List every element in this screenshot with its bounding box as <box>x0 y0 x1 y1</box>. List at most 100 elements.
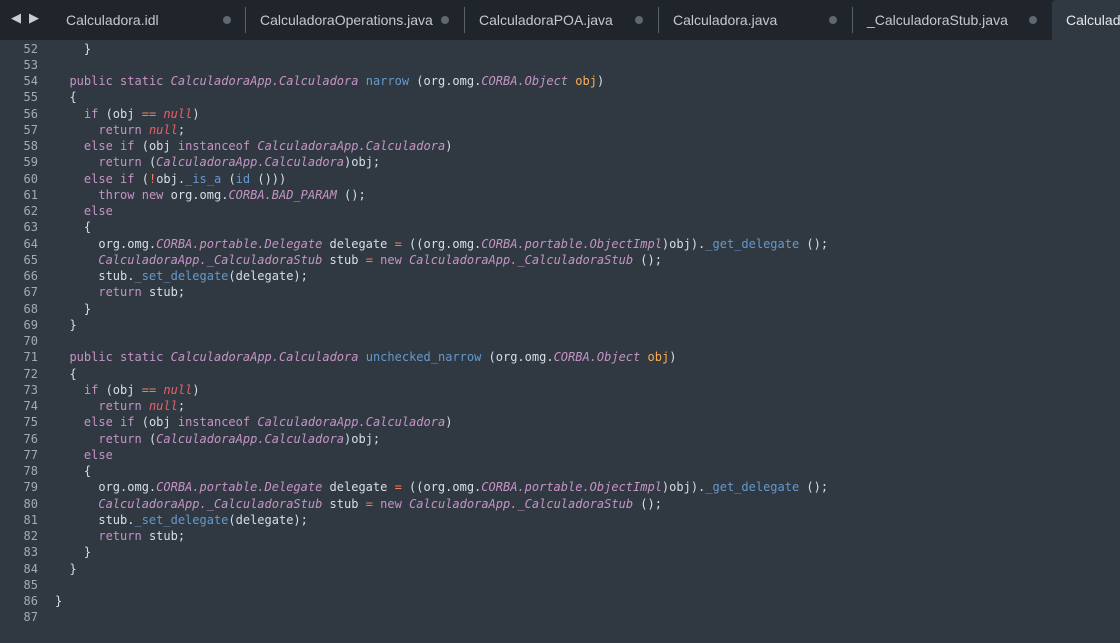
code-line[interactable]: 75 else if (obj instanceof CalculadoraAp… <box>0 414 1120 430</box>
code-text: } <box>55 301 91 317</box>
code-token: throw <box>98 187 135 202</box>
close-dot-icon[interactable] <box>223 16 231 24</box>
code-line[interactable]: 81 stub._set_delegate(delegate); <box>0 512 1120 528</box>
code-line[interactable]: 55 { <box>0 89 1120 105</box>
tab-calculadora-poa[interactable]: CalculadoraPOA.java <box>459 0 657 40</box>
tab-calculadora-java[interactable]: Calculadora.java <box>653 0 851 40</box>
code-text: return (CalculadoraApp.Calculadora)obj; <box>55 431 380 447</box>
code-line[interactable]: 80 CalculadoraApp._CalculadoraStub stub … <box>0 496 1120 512</box>
tab-label: _CalculadoraStub.java <box>867 12 1008 28</box>
code-line[interactable]: 52 } <box>0 41 1120 57</box>
close-dot-icon[interactable] <box>829 16 837 24</box>
line-number: 53 <box>23 57 38 72</box>
code-line[interactable]: 83 } <box>0 544 1120 560</box>
code-token: ) <box>596 74 605 88</box>
code-token: )obj). <box>661 480 706 495</box>
code-line[interactable]: 74 return null; <box>0 398 1120 414</box>
arrow-right-icon[interactable]: ▶ <box>26 8 42 30</box>
line-number: 75 <box>23 415 38 430</box>
code-text: CalculadoraApp._CalculadoraStub stub = n… <box>55 496 662 512</box>
code-token: } <box>55 545 92 560</box>
code-text: public static CalculadoraApp.Calculadora… <box>55 73 604 89</box>
code-line[interactable]: 85 <box>0 577 1120 593</box>
code-token: (org.omg. <box>409 74 482 88</box>
arrow-left-icon[interactable]: ◀ <box>8 8 24 30</box>
code-token: (); <box>799 480 829 495</box>
code-token: return <box>98 529 142 543</box>
code-line[interactable]: 72 { <box>0 366 1120 382</box>
code-line[interactable]: 63 { <box>0 219 1120 235</box>
code-token: stub <box>322 496 366 511</box>
code-token: { <box>55 464 92 478</box>
code-line[interactable]: 62 else <box>0 203 1120 219</box>
code-line[interactable]: 54 public static CalculadoraApp.Calculad… <box>0 73 1120 89</box>
code-line[interactable]: 58 else if (obj instanceof CalculadoraAp… <box>0 138 1120 154</box>
code-token: CORBA.portable.Delegate <box>156 236 323 251</box>
code-line[interactable]: 60 else if (!obj._is_a (id ())) <box>0 171 1120 187</box>
line-number: 70 <box>23 334 38 348</box>
close-dot-icon[interactable] <box>635 16 643 24</box>
code-line[interactable]: 65 CalculadoraApp._CalculadoraStub stub … <box>0 252 1120 268</box>
code-line[interactable]: 77 else <box>0 447 1120 463</box>
code-line[interactable]: 86} <box>0 593 1120 609</box>
code-line[interactable]: 64 org.omg.CORBA.portable.Delegate deleg… <box>0 236 1120 252</box>
code-token: return <box>98 431 142 446</box>
code-line[interactable]: 66 stub._set_delegate(delegate); <box>0 268 1120 284</box>
tab-calculadora-operations[interactable]: CalculadoraOperations.java <box>240 0 463 40</box>
code-token: if <box>120 415 135 430</box>
code-token: else <box>83 415 113 430</box>
code-token: (obj <box>98 382 142 397</box>
code-text: else if (obj instanceof CalculadoraApp.C… <box>55 414 453 430</box>
line-number: 65 <box>23 252 38 267</box>
code-line[interactable]: 59 return (CalculadoraApp.Calculadora)ob… <box>0 154 1120 170</box>
code-line[interactable]: 84 } <box>0 561 1120 577</box>
tab-calculadora-helper[interactable]: CalculadoraHelper.java <box>1052 0 1120 40</box>
line-number: 63 <box>23 220 38 235</box>
code-line[interactable]: 73 if (obj == null) <box>0 382 1120 398</box>
code-line[interactable]: 79 org.omg.CORBA.portable.Delegate deleg… <box>0 479 1120 495</box>
code-token: CORBA.Object <box>553 350 641 365</box>
line-number: 85 <box>23 577 38 592</box>
code-token: _get_delegate <box>705 480 800 495</box>
code-token: = <box>365 496 373 511</box>
code-line[interactable]: 67 return stub; <box>0 284 1120 300</box>
code-line[interactable]: 76 return (CalculadoraApp.Calculadora)ob… <box>0 431 1120 447</box>
code-line[interactable]: 71 public static CalculadoraApp.Calculad… <box>0 349 1120 365</box>
line-number: 57 <box>23 122 38 137</box>
code-token: stub <box>322 252 366 267</box>
code-line[interactable]: 61 throw new org.omg.CORBA.BAD_PARAM (); <box>0 187 1120 203</box>
code-line[interactable]: 78 { <box>0 463 1120 479</box>
code-text: org.omg.CORBA.portable.Delegate delegate… <box>55 236 828 252</box>
code-line[interactable]: 57 return null; <box>0 122 1120 138</box>
tab-calculadora-stub[interactable]: _CalculadoraStub.java <box>847 0 1052 40</box>
code-text: else if (!obj._is_a (id ())) <box>55 171 286 187</box>
code-line[interactable]: 53 <box>0 57 1120 73</box>
code-line[interactable]: 82 return stub; <box>0 528 1120 544</box>
code-line[interactable]: 68 } <box>0 301 1120 317</box>
code-text: } <box>55 544 91 560</box>
code-token: (); <box>633 252 662 267</box>
code-line[interactable]: 56 if (obj == null) <box>0 106 1120 122</box>
code-token: ) <box>669 350 677 365</box>
code-editor[interactable]: 52 } 53 54 public static CalculadoraApp.Ca… <box>0 40 1120 643</box>
code-token: narrow <box>365 74 410 88</box>
code-token: instanceof <box>177 415 251 430</box>
close-dot-icon[interactable] <box>441 16 449 24</box>
code-line[interactable]: 69 } <box>0 317 1120 333</box>
code-token: null <box>148 122 178 137</box>
code-token: CORBA.portable.ObjectImpl <box>481 480 662 495</box>
tab-calculadora-idl[interactable]: Calculadora.idl <box>46 0 244 40</box>
code-line[interactable]: 70 <box>0 333 1120 349</box>
code-token: null <box>163 106 193 121</box>
line-number: 69 <box>23 317 38 332</box>
code-token: CORBA.Object <box>481 74 569 88</box>
close-dot-icon[interactable] <box>1029 16 1037 24</box>
code-token: CalculadoraApp._CalculadoraStub <box>409 252 634 267</box>
code-line[interactable]: 87 <box>0 609 1120 625</box>
